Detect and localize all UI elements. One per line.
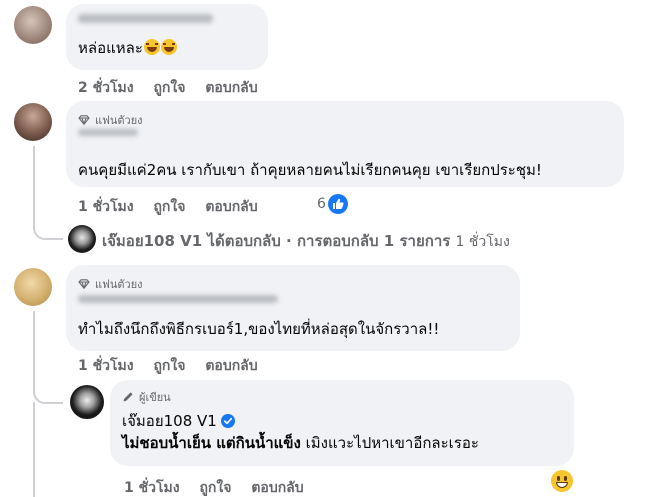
diamond-icon: [78, 115, 90, 125]
comment-actions: 1 ชั่วโมง ถูกใจ ตอบกลับ: [78, 355, 273, 377]
rolling-laughing-emoji: [160, 39, 177, 55]
commenter-name[interactable]: [78, 129, 138, 136]
reply-time[interactable]: 1 ชั่วโมง: [124, 480, 180, 496]
comment-time[interactable]: 2 ชั่วโมง: [78, 80, 134, 96]
diamond-icon: [78, 279, 90, 289]
like-button[interactable]: ถูกใจ: [153, 358, 185, 374]
like-button[interactable]: ถูกใจ: [153, 80, 185, 96]
reaction-count: 6: [317, 196, 326, 212]
reply-actions: 1 ชั่วโมง ถูกใจ ตอบกลับ: [124, 477, 319, 497]
commenter-name[interactable]: [78, 295, 278, 303]
comment-bubble: หล่อแหละ: [66, 4, 268, 70]
commenter-name[interactable]: [78, 14, 213, 23]
thread-line: [33, 146, 63, 240]
grinning-emoji[interactable]: [551, 470, 573, 492]
rolling-laughing-emoji: [143, 39, 160, 55]
thumbs-up-icon: [327, 194, 348, 214]
reply-text-bold: ไม่ชอบน้ำเย็น แต่กินน้ำแข็ง: [122, 434, 301, 452]
commenter-avatar[interactable]: [14, 103, 52, 141]
reply-count: การตอบกลับ 1 รายการ: [296, 232, 451, 250]
reply-button[interactable]: ตอบกลับ: [251, 480, 303, 496]
comment-actions: 2 ชั่วโมง ถูกใจ ตอบกลับ: [78, 77, 273, 99]
top-fan-badge[interactable]: แฟนตัวยง: [78, 111, 143, 129]
commenter-avatar[interactable]: [14, 6, 52, 44]
separator-dot: ·: [286, 232, 292, 250]
reply-author-name: เจ๊มอย108 V1: [122, 412, 217, 430]
author-badge[interactable]: ผู้เขียน: [122, 388, 171, 406]
comment-text: คนคุยมีแค่2คน เรากับเขา ถ้าคุยหลายคนไม่เ…: [78, 161, 542, 179]
comment-text: หล่อแหละ: [78, 38, 177, 58]
author-avatar[interactable]: [68, 225, 96, 253]
comment-bubble: แฟนตัวยง ทำไมถึงนึกถึงพิธีกรเบอร์1,ของไท…: [66, 265, 520, 351]
thread-line: [33, 311, 63, 404]
replied-text: ได้ตอบกลับ: [207, 232, 281, 250]
reply-author-name: เจ๊มอย108 V1: [102, 232, 203, 250]
reply-bubble: ผู้เขียน เจ๊มอย108 V1 ไม่ชอบน้ำเย็น แต่ก…: [110, 380, 574, 466]
reply-text: ไม่ชอบน้ำเย็น แต่กินน้ำแข็ง เมิงแวะไปหาเ…: [122, 433, 479, 453]
reply-button[interactable]: ตอบกลับ: [205, 358, 257, 374]
comment-actions: 1 ชั่วโมง ถูกใจ ตอบกลับ: [78, 196, 273, 218]
comment-bubble: แฟนตัวยง คนคุยมีแค่2คน เรากับเขา ถ้าคุยห…: [66, 101, 624, 187]
pencil-icon: [123, 392, 133, 402]
like-button[interactable]: ถูกใจ: [199, 480, 231, 496]
reply-button[interactable]: ตอบกลับ: [205, 199, 257, 215]
like-button[interactable]: ถูกใจ: [153, 199, 185, 215]
comment-text: ทำไมถึงนึกถึงพิธีกรเบอร์1,ของไทยที่หล่อส…: [78, 320, 440, 338]
reaction-summary[interactable]: 6: [317, 194, 348, 214]
comment-time[interactable]: 1 ชั่วโมง: [78, 199, 134, 215]
top-fan-badge[interactable]: แฟนตัวยง: [78, 275, 143, 293]
reply-text-rest: เมิงแวะไปหาเขาอีกละเรอะ: [300, 434, 479, 452]
verified-check-icon: [220, 414, 235, 428]
reply-author[interactable]: เจ๊มอย108 V1: [122, 409, 235, 433]
reply-button[interactable]: ตอบกลับ: [205, 80, 257, 96]
comment-time[interactable]: 1 ชั่วโมง: [78, 358, 134, 374]
author-avatar[interactable]: [70, 385, 104, 419]
reply-time: 1 ชั่วโมง: [455, 234, 510, 250]
commenter-avatar[interactable]: [14, 268, 52, 306]
thread-line: [33, 402, 35, 497]
view-replies-link[interactable]: เจ๊มอย108 V1 ได้ตอบกลับ · การตอบกลับ 1 ร…: [102, 229, 510, 253]
